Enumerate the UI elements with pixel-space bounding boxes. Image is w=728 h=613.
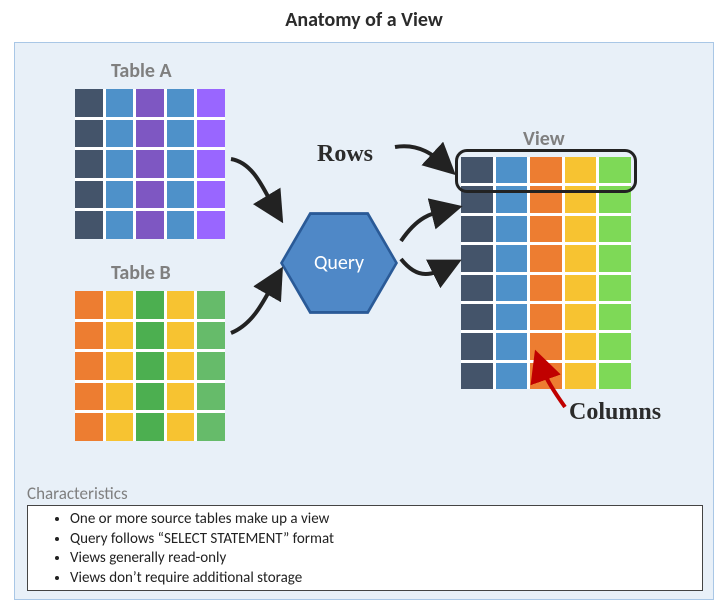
arrow-query-to-view-1	[395, 203, 465, 253]
rows-label: Rows	[317, 141, 373, 168]
grid-cell	[167, 322, 195, 350]
grid-cell	[106, 291, 134, 319]
grid-cell	[106, 89, 134, 117]
grid-cell	[599, 363, 631, 389]
grid-cell	[496, 333, 528, 359]
grid-cell	[496, 363, 528, 389]
characteristics-item: Query follows “SELECT STATEMENT” format	[70, 530, 690, 550]
grid-cell	[565, 245, 597, 271]
grid-cell	[461, 304, 493, 330]
grid-cell	[599, 333, 631, 359]
grid-cell	[197, 413, 225, 441]
grid-cell	[197, 120, 225, 148]
grid-cell	[197, 291, 225, 319]
grid-cell	[75, 383, 103, 411]
characteristics-item: One or more source tables make up a view	[70, 510, 690, 530]
grid-cell	[75, 211, 103, 239]
grid-cell	[136, 352, 164, 380]
grid-cell	[530, 216, 562, 242]
grid-cell	[75, 89, 103, 117]
characteristics-heading: Characteristics	[27, 483, 128, 504]
grid-cell	[530, 275, 562, 301]
grid-cell	[136, 383, 164, 411]
grid-cell	[106, 352, 134, 380]
grid-cell	[75, 352, 103, 380]
grid-cell	[496, 245, 528, 271]
grid-cell	[136, 413, 164, 441]
grid-cell	[106, 150, 134, 178]
grid-cell	[167, 383, 195, 411]
table-b-label: Table B	[111, 261, 171, 285]
grid-cell	[197, 181, 225, 209]
page-title: Anatomy of a View	[0, 0, 728, 32]
grid-cell	[136, 120, 164, 148]
grid-cell	[565, 275, 597, 301]
grid-cell	[75, 291, 103, 319]
grid-cell	[197, 383, 225, 411]
table-a-label: Table A	[111, 59, 172, 83]
grid-cell	[197, 150, 225, 178]
grid-cell	[167, 352, 195, 380]
grid-cell	[75, 181, 103, 209]
grid-cell	[461, 216, 493, 242]
grid-cell	[599, 304, 631, 330]
arrow-query-to-view-2	[395, 253, 465, 293]
grid-cell	[496, 216, 528, 242]
grid-cell	[136, 211, 164, 239]
grid-cell	[75, 150, 103, 178]
rows-highlight-frame	[455, 149, 637, 193]
characteristics-box: One or more source tables make up a view…	[27, 505, 703, 591]
grid-cell	[167, 120, 195, 148]
grid-cell	[106, 120, 134, 148]
grid-cell	[75, 120, 103, 148]
characteristics-item: Views don’t require additional storage	[70, 569, 690, 589]
view-label: View	[523, 127, 565, 151]
diagram-panel: Table A Table B View Query Rows Columns …	[14, 42, 714, 600]
grid-cell	[496, 275, 528, 301]
grid-cell	[197, 211, 225, 239]
grid-cell	[599, 245, 631, 271]
grid-cell	[136, 150, 164, 178]
grid-cell	[136, 322, 164, 350]
grid-cell	[106, 413, 134, 441]
arrow-tablea-to-query	[225, 153, 295, 233]
grid-cell	[167, 291, 195, 319]
grid-cell	[167, 181, 195, 209]
grid-cell	[461, 245, 493, 271]
grid-cell	[167, 89, 195, 117]
arrow-tableb-to-query	[225, 263, 295, 343]
grid-cell	[167, 211, 195, 239]
grid-cell	[496, 304, 528, 330]
grid-cell	[106, 383, 134, 411]
grid-cell	[461, 275, 493, 301]
grid-cell	[197, 322, 225, 350]
grid-cell	[530, 304, 562, 330]
grid-cell	[599, 275, 631, 301]
grid-cell	[75, 322, 103, 350]
grid-cell	[136, 291, 164, 319]
grid-cell	[106, 211, 134, 239]
arrow-columns-to-view	[525, 353, 585, 413]
table-a-grid	[75, 89, 225, 239]
grid-cell	[167, 150, 195, 178]
grid-cell	[530, 245, 562, 271]
table-b-grid	[75, 291, 225, 441]
grid-cell	[565, 304, 597, 330]
query-hexagon: Query	[283, 213, 395, 313]
grid-cell	[136, 89, 164, 117]
grid-cell	[197, 352, 225, 380]
grid-cell	[461, 363, 493, 389]
grid-cell	[136, 181, 164, 209]
grid-cell	[565, 216, 597, 242]
grid-cell	[75, 413, 103, 441]
grid-cell	[106, 181, 134, 209]
grid-cell	[106, 322, 134, 350]
grid-cell	[461, 333, 493, 359]
grid-cell	[599, 216, 631, 242]
characteristics-item: Views generally read-only	[70, 549, 690, 569]
grid-cell	[167, 413, 195, 441]
grid-cell	[197, 89, 225, 117]
arrow-rows-to-frame	[389, 139, 459, 179]
